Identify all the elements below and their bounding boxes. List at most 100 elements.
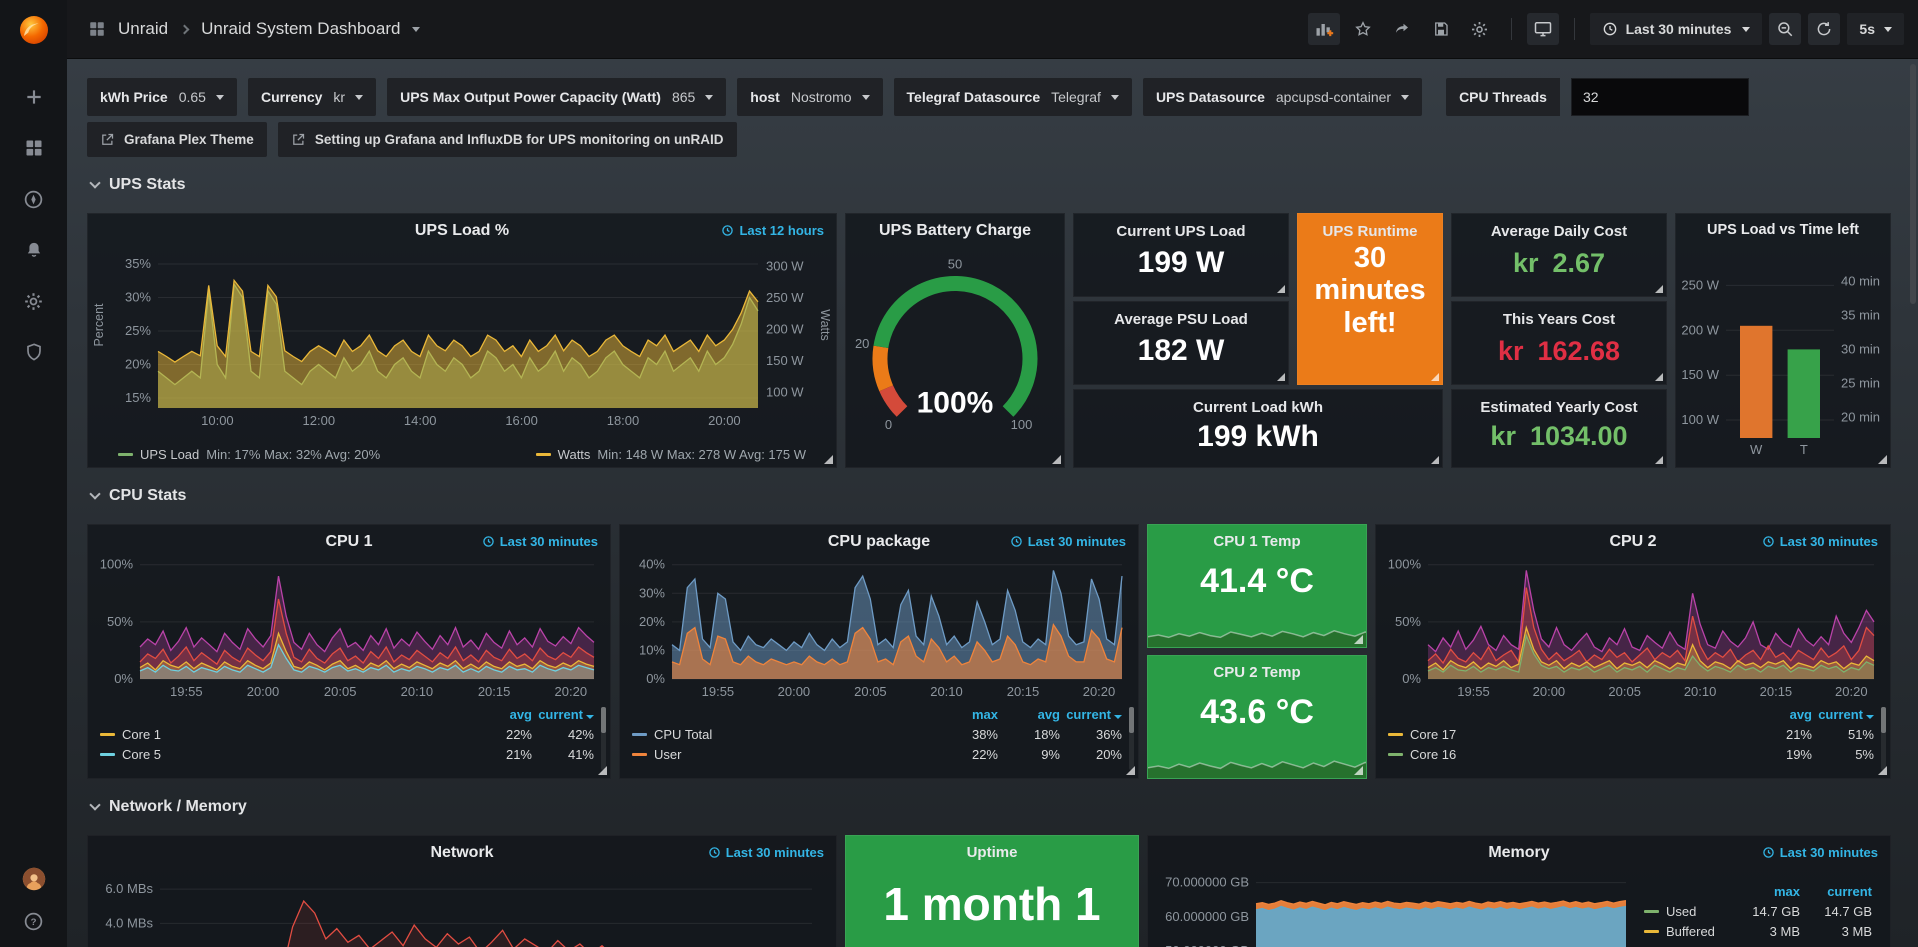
svg-text:19:55: 19:55 [1457,684,1490,699]
grafana-logo[interactable] [16,12,52,51]
panel-current-load-kwh[interactable]: Current Load kWh 199 kWh [1073,389,1443,468]
cycle-view-monitor-icon[interactable] [1527,13,1559,45]
svg-text:100 W: 100 W [766,384,804,399]
svg-text:0: 0 [885,417,892,432]
series-color-swatch [1388,753,1403,756]
panel-average-psu-load[interactable]: Average PSU Load 182 W [1073,301,1289,385]
panel-current-ups-load[interactable]: Current UPS Load 199 W [1073,213,1289,297]
svg-text:20 min: 20 min [1841,410,1880,425]
svg-text:16:00: 16:00 [505,413,538,428]
panel-cpu2: CPU 2 Last 30 minutes 0%50%100%19:5520:0… [1375,524,1891,779]
page-scrollbar[interactable] [1910,64,1916,304]
panel-title[interactable]: UPS Battery Charge [846,214,1064,240]
section-network-memory[interactable]: Network / Memory [87,797,1894,817]
series-color-swatch [632,753,647,756]
panel-cpu1-temp[interactable]: CPU 1 Temp 41.4 °C [1147,524,1367,648]
legend-row: Core 17 21% 51% [1388,727,1874,742]
svg-text:20%: 20% [639,614,665,629]
clock-icon [721,224,734,237]
svg-text:19:55: 19:55 [170,684,203,699]
sidebar: ? [0,0,67,947]
panel-cpu2-temp[interactable]: CPU 2 Temp 43.6 °C [1147,655,1367,779]
panel-estimated-yearly-cost[interactable]: Estimated Yearly Cost kr1034.00 [1451,389,1667,468]
bar-chart[interactable]: 100 W150 W200 W250 W20 min25 min30 min35… [1680,244,1886,462]
section-ups-stats[interactable]: UPS Stats [87,175,1894,195]
panel-network: Network Last 30 minutes 2.0 MBs4.0 MBs6.… [87,835,837,947]
stat-value: kr1034.00 [1452,416,1666,457]
series-color-swatch [100,753,115,756]
svg-text:20:15: 20:15 [478,684,511,699]
chevron-down-icon[interactable] [412,27,420,32]
cpu-threads-input[interactable] [1571,78,1749,116]
dashboard-settings-gear-icon[interactable] [1464,13,1496,45]
clock-icon [708,846,721,859]
svg-text:50: 50 [948,257,962,272]
time-series-chart[interactable]: 0%50%100%19:5520:0020:0520:1020:1520:20 [1382,553,1886,703]
panel-this-years-cost[interactable]: This Years Cost kr162.68 [1451,301,1667,385]
svg-text:35 min: 35 min [1841,307,1880,322]
time-range-picker[interactable]: Last 30 minutes [1590,13,1763,45]
variable-ups-datasource[interactable]: UPS Datasource apcupsd-container [1143,78,1422,116]
server-admin-shield-icon[interactable] [22,340,46,364]
time-series-chart[interactable]: 2.0 MBs4.0 MBs6.0 MBs [96,864,828,947]
dashboard-canvas: kWh Price 0.65 Currency kr UPS Max Outpu… [67,59,1918,947]
time-series-chart[interactable]: 50.000000 GB60.000000 GB70.000000 GB [1156,866,1634,947]
sidebar-bottom: ? [22,867,46,933]
panel-average-daily-cost[interactable]: Average Daily Cost kr2.67 [1451,213,1667,297]
dashboard-links-row: Grafana Plex Theme Setting up Grafana an… [87,122,1894,157]
svg-text:25 min: 25 min [1841,376,1880,391]
stat-value: 182 W [1074,328,1288,374]
link-grafana-plex-theme[interactable]: Grafana Plex Theme [87,122,267,157]
share-button[interactable] [1386,13,1418,45]
svg-text:14:00: 14:00 [404,413,437,428]
variable-ups-max-output[interactable]: UPS Max Output Power Capacity (Watt) 865 [387,78,726,116]
panel-ups-runtime[interactable]: UPS Runtime 30 minutes left! [1297,213,1443,385]
breadcrumb-dashboard-title[interactable]: Unraid System Dashboard [201,19,400,39]
link-ups-monitoring-guide[interactable]: Setting up Grafana and InfluxDB for UPS … [278,122,737,157]
panel-title[interactable]: UPS Load vs Time left [1676,214,1890,238]
breadcrumb-separator-icon [180,24,190,34]
variable-telegraf-datasource[interactable]: Telegraf Datasource Telegraf [894,78,1132,116]
configuration-gear-icon[interactable] [22,289,46,313]
time-series-chart[interactable]: 0%10%20%30%40%19:5520:0020:0520:1020:152… [626,553,1134,703]
svg-text:40 min: 40 min [1841,273,1880,288]
refresh-button[interactable] [1808,13,1840,45]
variable-kwh-price[interactable]: kWh Price 0.65 [87,78,237,116]
legend-scrollbar[interactable] [601,707,606,770]
breadcrumb-folder[interactable]: Unraid [118,19,168,39]
chevron-down-icon [89,177,100,188]
zoom-out-button[interactable] [1769,13,1801,45]
save-button[interactable] [1425,13,1457,45]
time-series-chart[interactable]: 0%50%100%19:5520:0020:0520:1020:1520:20 [94,553,606,703]
panel-uptime[interactable]: Uptime 1 month 1 [845,835,1139,947]
help-icon[interactable]: ? [22,909,46,933]
alerting-bell-icon[interactable] [22,238,46,262]
star-button[interactable] [1347,13,1379,45]
series-color-swatch [632,733,647,736]
refresh-interval-picker[interactable]: 5s [1847,13,1904,45]
series-color-swatch [536,453,551,456]
user-avatar[interactable] [22,867,46,891]
legend-item[interactable]: UPS Load Min: 17% Max: 32% Avg: 20% [118,447,380,462]
add-panel-button[interactable] [1308,13,1340,45]
sidebar-menu [22,85,46,364]
time-series-chart[interactable]: 15%20%25%30%35%100 W150 W200 W250 W300 W… [114,244,812,436]
svg-text:20:00: 20:00 [778,684,811,699]
section-cpu-stats[interactable]: CPU Stats [87,486,1894,506]
legend-row: Used 14.7 GB 14.7 GB [1644,904,1872,919]
battery-gauge[interactable]: 02050100100% [846,242,1064,463]
series-color-swatch [1644,910,1659,913]
legend-scrollbar[interactable] [1881,707,1886,770]
dashboards-grid-icon[interactable] [22,136,46,160]
legend-item[interactable]: Watts Min: 148 W Max: 278 W Avg: 175 W [536,447,806,462]
legend-scrollbar[interactable] [1129,707,1134,770]
stat-value: kr2.67 [1452,240,1666,286]
legend: avgcurrent Core 17 21% 51% Core 16 19% 5… [1388,707,1874,762]
cpu-row: CPU 1 Last 30 minutes 0%50%100%19:5520:0… [87,524,1894,779]
variable-host[interactable]: host Nostromo [737,78,882,116]
svg-text:30%: 30% [639,585,665,600]
explore-compass-icon[interactable] [22,187,46,211]
variable-currency[interactable]: Currency kr [248,78,376,116]
svg-text:0%: 0% [1402,671,1421,686]
create-plus-icon[interactable] [22,85,46,109]
